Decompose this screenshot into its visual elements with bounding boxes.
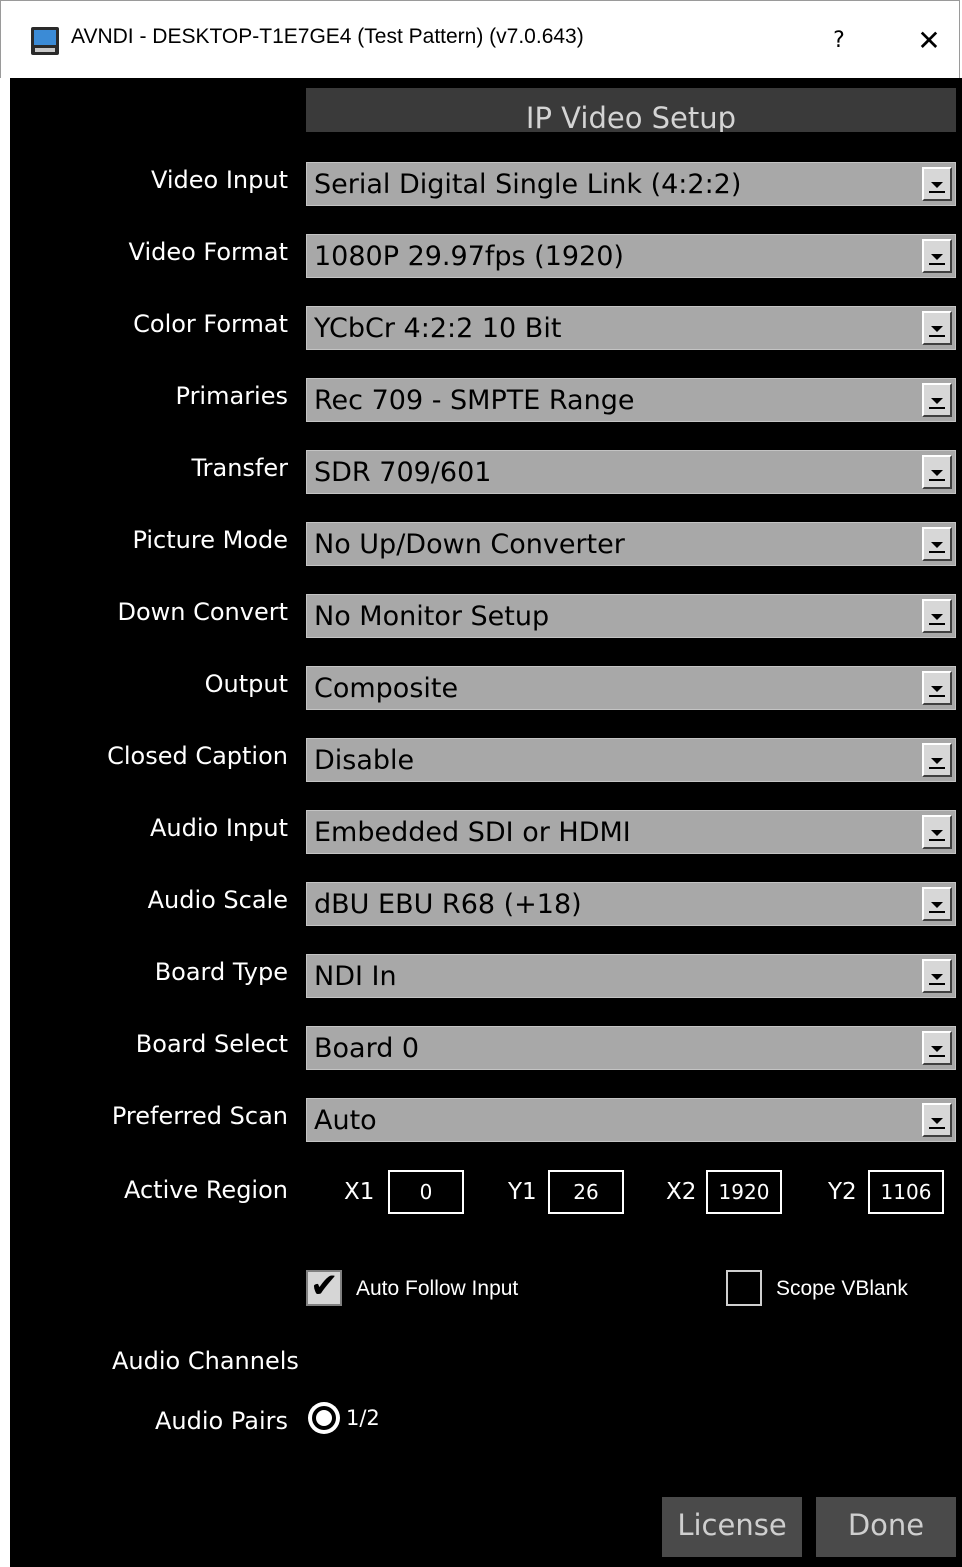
- setup-dialog: IP Video Setup Video Input Serial Digita…: [10, 78, 962, 1567]
- select-value: Embedded SDI or HDMI: [314, 817, 631, 848]
- select-value: 1080P 29.97fps (1920): [314, 241, 624, 272]
- audio-scale-select[interactable]: dBU EBU R68 (+18): [306, 882, 956, 926]
- audio-pairs-label: Audio Pairs: [155, 1407, 288, 1435]
- dropdown-arrow-icon[interactable]: [922, 383, 952, 417]
- dropdown-arrow-icon[interactable]: [922, 239, 952, 273]
- down-convert-label: Down Convert: [117, 598, 288, 626]
- x2-input[interactable]: 1920: [706, 1170, 782, 1214]
- closed-caption-select[interactable]: Disable: [306, 738, 956, 782]
- primaries-select[interactable]: Rec 709 - SMPTE Range: [306, 378, 956, 422]
- dropdown-arrow-icon[interactable]: [922, 887, 952, 921]
- audio-input-select[interactable]: Embedded SDI or HDMI: [306, 810, 956, 854]
- select-value: Rec 709 - SMPTE Range: [314, 385, 635, 416]
- select-value: dBU EBU R68 (+18): [314, 889, 582, 920]
- dropdown-arrow-icon[interactable]: [922, 1031, 952, 1065]
- app-icon: [31, 27, 59, 55]
- preferred-scan-label: Preferred Scan: [111, 1102, 288, 1130]
- help-button[interactable]: ?: [819, 21, 859, 61]
- select-value: Serial Digital Single Link (4:2:2): [314, 169, 742, 200]
- checkmark-icon: ✔: [310, 1266, 339, 1306]
- x1-input[interactable]: 0: [388, 1170, 464, 1214]
- preferred-scan-select[interactable]: Auto: [306, 1098, 956, 1142]
- auto-follow-input-label: Auto Follow Input: [356, 1277, 519, 1300]
- scope-vblank-checkbox[interactable]: [726, 1270, 762, 1306]
- title-bar: AVNDI - DESKTOP-T1E7GE4 (Test Pattern) (…: [0, 0, 960, 78]
- select-value: YCbCr 4:2:2 10 Bit: [314, 313, 562, 344]
- dropdown-arrow-icon[interactable]: [922, 311, 952, 345]
- dropdown-arrow-icon[interactable]: [922, 815, 952, 849]
- video-input-label: Video Input: [150, 166, 288, 194]
- video-format-label: Video Format: [128, 238, 288, 266]
- select-value: No Up/Down Converter: [314, 529, 625, 560]
- dropdown-arrow-icon[interactable]: [922, 671, 952, 705]
- window-title: AVNDI - DESKTOP-T1E7GE4 (Test Pattern) (…: [71, 25, 584, 48]
- close-button[interactable]: ✕: [905, 21, 953, 61]
- dropdown-arrow-icon[interactable]: [922, 527, 952, 561]
- select-value: Composite: [314, 673, 459, 704]
- x1-label: X1: [344, 1179, 375, 1205]
- audio-scale-label: Audio Scale: [147, 886, 288, 914]
- x2-label: X2: [666, 1179, 697, 1205]
- select-value: Auto: [314, 1105, 377, 1136]
- y1-input[interactable]: 26: [548, 1170, 624, 1214]
- audio-pair-radio[interactable]: [308, 1402, 340, 1434]
- y1-label: Y1: [508, 1179, 537, 1205]
- dialog-header: IP Video Setup: [306, 88, 956, 132]
- select-value: Board 0: [314, 1033, 420, 1064]
- transfer-select[interactable]: SDR 709/601: [306, 450, 956, 494]
- color-format-label: Color Format: [133, 310, 288, 338]
- board-type-label: Board Type: [154, 958, 288, 986]
- select-value: NDI In: [314, 961, 397, 992]
- board-type-select[interactable]: NDI In: [306, 954, 956, 998]
- y2-label: Y2: [828, 1179, 857, 1205]
- select-value: Disable: [314, 745, 415, 776]
- license-button[interactable]: License: [662, 1497, 802, 1557]
- dropdown-arrow-icon[interactable]: [922, 167, 952, 201]
- picture-mode-label: Picture Mode: [132, 526, 288, 554]
- transfer-label: Transfer: [191, 454, 288, 482]
- primaries-label: Primaries: [175, 382, 288, 410]
- audio-pair-option-label: 1/2: [346, 1406, 380, 1430]
- scope-vblank-label: Scope VBlank: [776, 1277, 908, 1300]
- active-region-label: Active Region: [123, 1176, 288, 1204]
- output-select[interactable]: Composite: [306, 666, 956, 710]
- color-format-select[interactable]: YCbCr 4:2:2 10 Bit: [306, 306, 956, 350]
- select-value: No Monitor Setup: [314, 601, 550, 632]
- dropdown-arrow-icon[interactable]: [922, 959, 952, 993]
- y2-input[interactable]: 1106: [868, 1170, 944, 1214]
- board-select-label: Board Select: [135, 1030, 288, 1058]
- picture-mode-select[interactable]: No Up/Down Converter: [306, 522, 956, 566]
- audio-channels-label: Audio Channels: [112, 1347, 299, 1375]
- dropdown-arrow-icon[interactable]: [922, 599, 952, 633]
- board-select-select[interactable]: Board 0: [306, 1026, 956, 1070]
- down-convert-select[interactable]: No Monitor Setup: [306, 594, 956, 638]
- audio-input-label: Audio Input: [150, 814, 288, 842]
- dropdown-arrow-icon[interactable]: [922, 1103, 952, 1137]
- select-value: SDR 709/601: [314, 457, 492, 488]
- dropdown-arrow-icon[interactable]: [922, 743, 952, 777]
- video-format-select[interactable]: 1080P 29.97fps (1920): [306, 234, 956, 278]
- closed-caption-label: Closed Caption: [107, 742, 288, 770]
- output-label: Output: [204, 670, 288, 698]
- video-input-select[interactable]: Serial Digital Single Link (4:2:2): [306, 162, 956, 206]
- auto-follow-input-checkbox[interactable]: ✔: [306, 1266, 342, 1306]
- done-button[interactable]: Done: [816, 1497, 956, 1557]
- dropdown-arrow-icon[interactable]: [922, 455, 952, 489]
